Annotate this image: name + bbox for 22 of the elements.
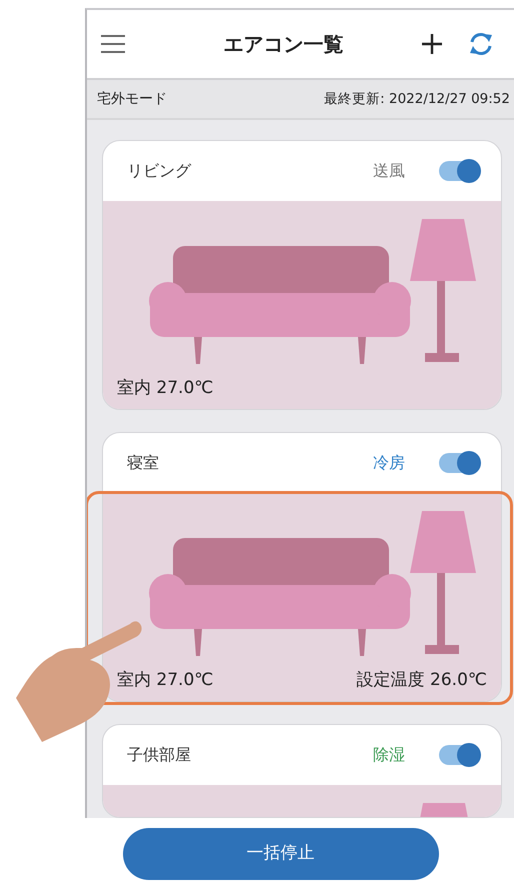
- ac-mode-label: 冷房: [373, 452, 405, 474]
- room-name: リビング: [127, 160, 192, 182]
- room-card[interactable]: 子供部屋 除湿: [102, 724, 502, 818]
- indoor-temperature: 室内 27.0℃: [117, 376, 214, 400]
- menu-icon[interactable]: [101, 35, 125, 53]
- indoor-temperature: 室内 27.0℃: [117, 668, 214, 692]
- set-temperature: 設定温度 26.0℃: [356, 668, 487, 692]
- room-card[interactable]: 寝室 冷房 室内 27.0℃ 設定温度 26.0℃: [102, 432, 502, 702]
- ac-mode-label: 除湿: [373, 744, 405, 766]
- power-toggle[interactable]: [439, 745, 479, 765]
- add-icon[interactable]: [422, 34, 442, 54]
- power-toggle[interactable]: [439, 453, 479, 473]
- stop-all-button[interactable]: 一括停止: [122, 828, 438, 880]
- ac-mode-label: 送風: [373, 160, 405, 182]
- refresh-icon[interactable]: [468, 32, 494, 56]
- last-updated-text: 最終更新: 2022/12/27 09:52: [324, 90, 510, 109]
- room-card[interactable]: リビング 送風 室内 27.0℃: [102, 140, 502, 410]
- page-title: エアコン一覧: [222, 31, 344, 58]
- room-name: 子供部屋: [127, 744, 192, 766]
- room-name: 寝室: [127, 452, 160, 474]
- power-toggle[interactable]: [439, 161, 479, 181]
- mode-label: 宅外モード: [97, 90, 167, 108]
